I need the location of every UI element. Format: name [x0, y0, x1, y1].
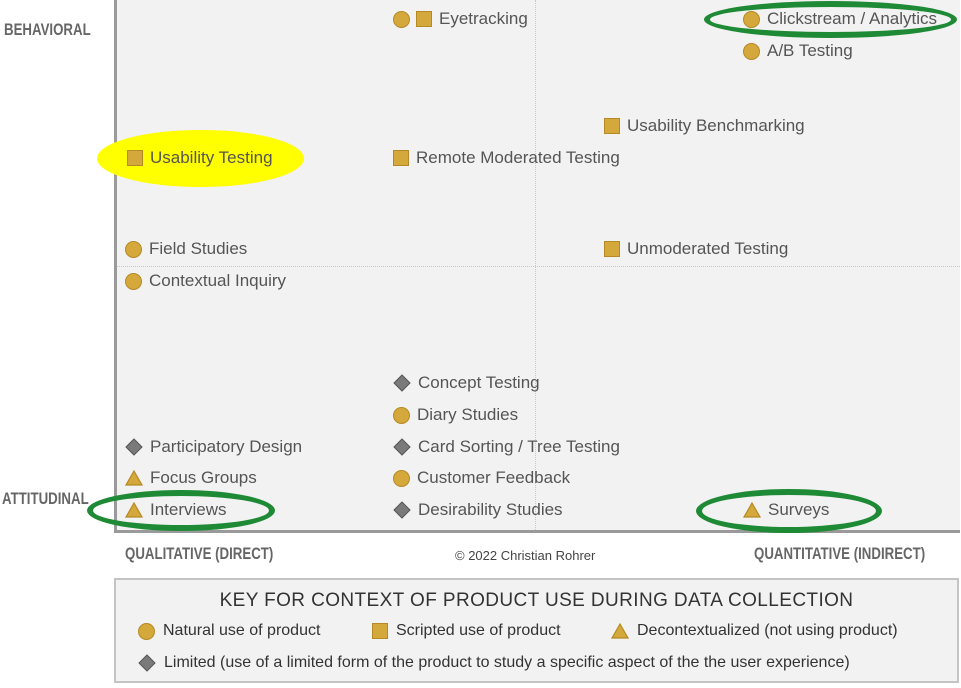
legend-item-circle: Natural use of product	[138, 622, 320, 640]
copyright-credit: © 2022 Christian Rohrer	[455, 548, 596, 563]
circle-symbol-icon	[125, 272, 142, 290]
circle-symbol-icon	[393, 469, 410, 487]
diamond-symbol-icon	[125, 438, 143, 456]
square-symbol-icon	[393, 150, 409, 166]
method-label: A/B Testing	[767, 41, 853, 60]
method-usability-benchmarking: Usability Benchmarking	[604, 115, 805, 137]
method-usability-testing: Usability Testing	[127, 147, 273, 169]
square-symbol-icon	[416, 11, 432, 27]
method-symbols	[125, 470, 143, 486]
method-field-studies: Field Studies	[125, 238, 247, 260]
legend-label: Limited (use of a limited form of the pr…	[164, 654, 850, 671]
method-label: Usability Testing	[150, 148, 273, 167]
method-diary-studies: Diary Studies	[393, 404, 518, 426]
diamond-symbol-icon	[393, 374, 411, 392]
method-symbols	[393, 150, 409, 166]
method-symbols	[125, 272, 142, 290]
square-symbol-icon	[372, 623, 388, 639]
square-symbol-icon	[127, 150, 143, 166]
method-label: Field Studies	[149, 239, 248, 258]
axis-label-quantitative: QUANTITATIVE (INDIRECT)	[754, 544, 926, 563]
method-label: Contextual Inquiry	[149, 271, 287, 290]
method-remote-moderated-testing: Remote Moderated Testing	[393, 147, 620, 169]
clickstream-highlight	[704, 1, 957, 38]
diamond-symbol-icon	[138, 654, 156, 672]
axis-label-qualitative: QUALITATIVE (DIRECT)	[125, 544, 274, 563]
triangle-symbol-icon	[125, 470, 143, 486]
square-symbol-icon	[604, 241, 620, 257]
method-symbols	[393, 374, 411, 392]
method-label: Remote Moderated Testing	[416, 148, 620, 167]
method-symbols	[393, 406, 410, 424]
method-symbols	[604, 118, 620, 134]
method-label: Focus Groups	[150, 468, 257, 487]
method-label: Desirability Studies	[418, 500, 563, 519]
method-label: Customer Feedback	[417, 468, 571, 487]
interviews-highlight	[87, 490, 275, 531]
circle-symbol-icon	[393, 406, 410, 424]
legend-title: KEY FOR CONTEXT OF PRODUCT USE DURING DA…	[219, 590, 854, 611]
circle-symbol-icon	[393, 10, 410, 28]
method-symbols	[604, 241, 620, 257]
horizontal-divider	[117, 266, 960, 267]
legend-label: Scripted use of product	[396, 622, 561, 639]
triangle-symbol-icon	[611, 623, 629, 639]
method-participatory-design: Participatory Design	[125, 436, 302, 458]
method-symbols	[743, 42, 760, 60]
circle-symbol-icon	[743, 42, 760, 60]
method-symbols	[393, 10, 432, 28]
ux-research-methods-landscape: BEHAVIORAL ATTITUDINAL QUALITATIVE (DIRE…	[0, 0, 961, 688]
method-customer-feedback: Customer Feedback	[393, 467, 570, 489]
legend-item-diamond: Limited (use of a limited form of the pr…	[138, 654, 850, 672]
method-contextual-inquiry: Contextual Inquiry	[125, 270, 286, 292]
method-label: Unmoderated Testing	[627, 239, 789, 258]
circle-symbol-icon	[125, 240, 142, 258]
method-label: Usability Benchmarking	[627, 116, 805, 135]
legend-box: KEY FOR CONTEXT OF PRODUCT USE DURING DA…	[114, 578, 959, 683]
method-a-b-testing: A/B Testing	[743, 40, 853, 62]
method-label: Card Sorting / Tree Testing	[418, 437, 620, 456]
legend-item-square: Scripted use of product	[372, 622, 561, 640]
method-focus-groups: Focus Groups	[125, 467, 257, 489]
surveys-highlight	[696, 489, 882, 533]
circle-symbol-icon	[138, 622, 155, 640]
method-symbols	[125, 240, 142, 258]
square-symbol-icon	[604, 118, 620, 134]
legend-item-triangle: Decontextualized (not using product)	[611, 622, 898, 640]
legend-label: Natural use of product	[163, 622, 321, 639]
method-symbols	[125, 438, 143, 456]
method-symbols	[393, 469, 410, 487]
method-desirability-studies: Desirability Studies	[393, 499, 563, 521]
method-label: Participatory Design	[150, 437, 303, 456]
method-label: Eyetracking	[439, 9, 528, 28]
axis-label-attitudinal: ATTITUDINAL	[2, 489, 89, 508]
method-concept-testing: Concept Testing	[393, 372, 540, 394]
method-symbols	[127, 150, 143, 166]
method-card-sorting-tree-testing: Card Sorting / Tree Testing	[393, 436, 620, 458]
method-unmoderated-testing: Unmoderated Testing	[604, 238, 788, 260]
method-symbols	[393, 438, 411, 456]
diamond-symbol-icon	[393, 438, 411, 456]
axis-label-behavioral: BEHAVIORAL	[4, 20, 91, 39]
legend-label: Decontextualized (not using product)	[637, 622, 898, 639]
method-symbols	[393, 501, 411, 519]
method-eyetracking: Eyetracking	[393, 8, 528, 30]
method-label: Diary Studies	[417, 405, 519, 424]
method-label: Concept Testing	[418, 373, 540, 392]
diamond-symbol-icon	[393, 501, 411, 519]
